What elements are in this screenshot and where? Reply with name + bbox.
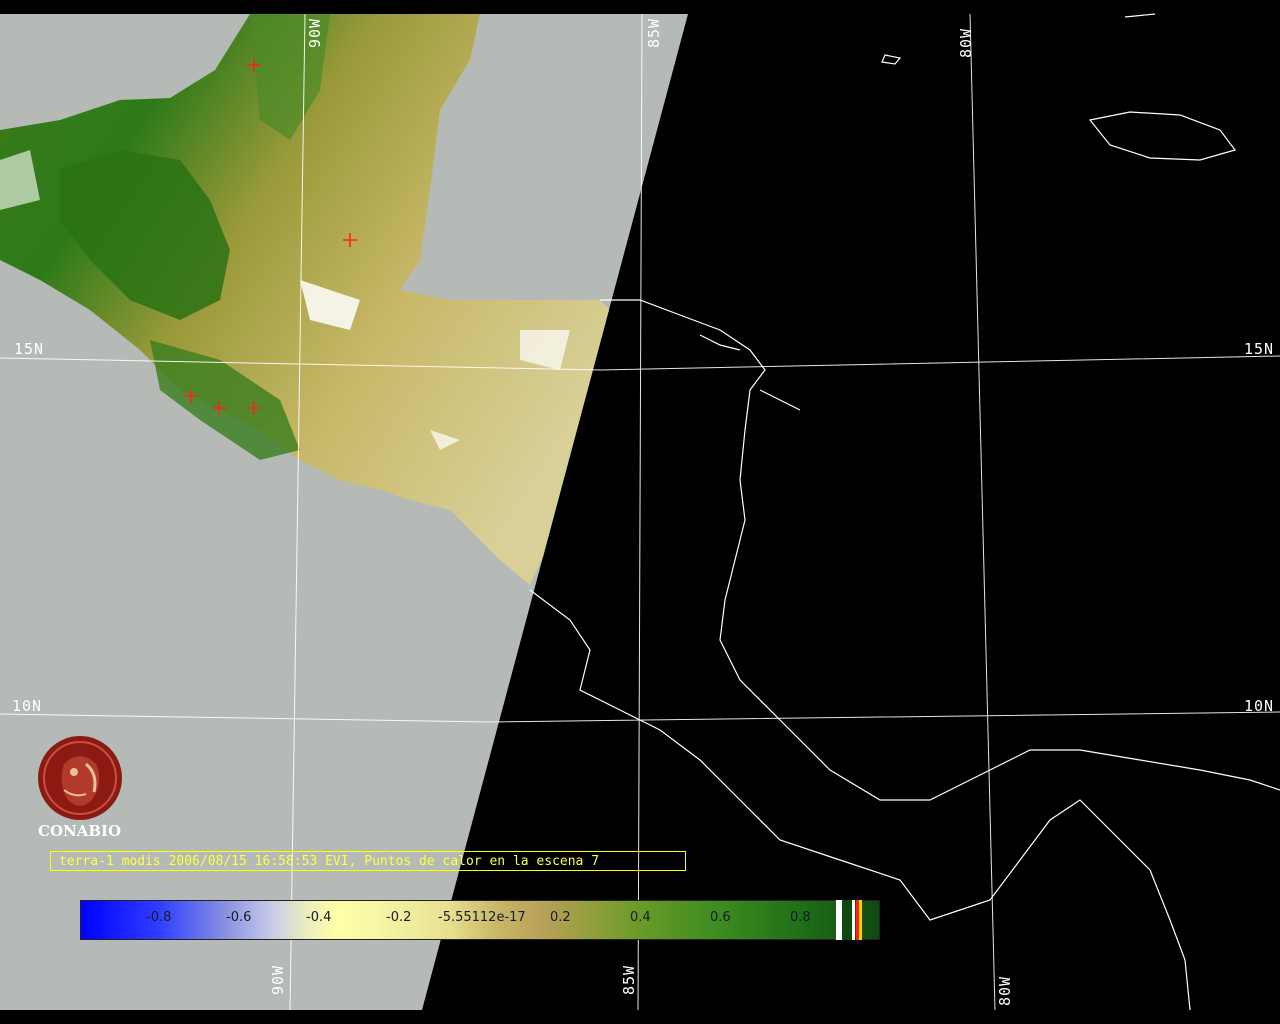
lat-label-15n-right: 15N (1244, 340, 1275, 358)
lon-label-85w-bottom: 85W (620, 964, 638, 995)
logo-text: CONABIO (38, 822, 122, 840)
colorbar-green-band (842, 900, 852, 940)
lon-label-80w-bottom: 80W (996, 975, 1014, 1006)
lon-label-90w-top: 90W (306, 17, 324, 48)
colorbar-tick: -0.4 (306, 910, 332, 925)
colorbar-tick: -5.55112e-17 (438, 910, 526, 925)
lon-label-90w-bottom: 90W (269, 964, 287, 995)
lat-label-10n-left: 10N (12, 697, 43, 715)
colorbar-tick: -0.8 (146, 910, 172, 925)
lat-label-15n-left: 15N (14, 340, 45, 358)
colorbar-tick: 0.8 (790, 910, 811, 925)
colorbar-tick: 0.6 (710, 910, 731, 925)
colorbar-tick: 0.2 (550, 910, 571, 925)
lat-label-10n-right: 10N (1244, 697, 1275, 715)
colorbar-tick: 0.4 (630, 910, 651, 925)
colorbar-yellow-band (859, 900, 862, 940)
colorbar-white-band-2 (852, 900, 855, 940)
colorbar-tick: -0.2 (386, 910, 412, 925)
lon-label-85w-top: 85W (645, 17, 663, 48)
scene-caption: terra-1 modis 2006/08/15 16:58:53 EVI, P… (50, 851, 686, 871)
colorbar-tick: -0.6 (226, 910, 252, 925)
lon-label-80w-top: 80W (957, 27, 975, 58)
